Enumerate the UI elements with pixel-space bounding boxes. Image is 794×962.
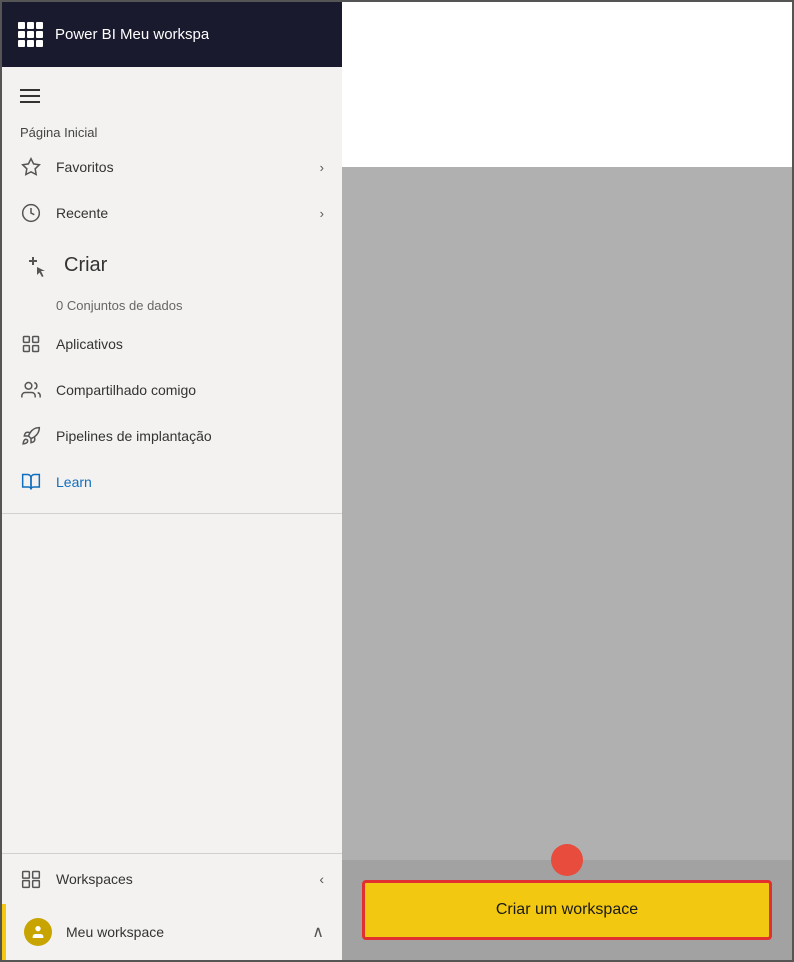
create-workspace-button[interactable]: Criar um workspace <box>362 880 772 940</box>
workspaces-icon <box>20 868 42 890</box>
sidebar-item-aplicativos[interactable]: Aplicativos <box>2 321 342 367</box>
hamburger-icon <box>20 89 40 103</box>
pipelines-label: Pipelines de implantação <box>56 428 324 444</box>
compartilhado-label: Compartilhado comigo <box>56 382 324 398</box>
sidebar-item-learn[interactable]: Learn <box>2 459 342 505</box>
apps-grid-icon[interactable] <box>18 22 43 47</box>
sidebar-item-favoritos[interactable]: Favoritos › <box>2 144 342 190</box>
aplicativos-label: Aplicativos <box>56 336 324 352</box>
sidebar-item-recente[interactable]: Recente › <box>2 190 342 236</box>
recente-chevron: › <box>320 206 324 221</box>
main-content: Criar um workspace <box>342 2 792 960</box>
sidebar-nav: Página Inicial Favoritos › <box>2 67 342 853</box>
favoritos-chevron: › <box>320 160 324 175</box>
shared-icon <box>20 379 42 401</box>
nav-section-home: Página Inicial <box>2 117 342 144</box>
popup-overlay: Criar um workspace <box>342 860 792 960</box>
gray-panel: Criar um workspace <box>342 167 792 960</box>
sidebar-item-pipelines[interactable]: Pipelines de implantação <box>2 413 342 459</box>
workspaces-label: Workspaces <box>56 871 305 887</box>
avatar <box>24 918 52 946</box>
star-icon <box>20 156 42 178</box>
meu-workspace-label: Meu workspace <box>66 924 298 940</box>
plus-cursor-icon <box>20 250 50 280</box>
sidebar-item-meu-workspace[interactable]: Meu workspace ∧ <box>2 904 342 960</box>
criar-label: Criar <box>64 254 324 277</box>
app-window: Power BI Meu workspa Página Inicial Favo… <box>0 0 794 962</box>
favoritos-label: Favoritos <box>56 159 306 175</box>
red-dot-indicator <box>551 844 583 876</box>
sidebar: Power BI Meu workspa Página Inicial Favo… <box>2 2 342 960</box>
recente-label: Recente <box>56 205 306 221</box>
book-icon <box>20 471 42 493</box>
apps-icon <box>20 333 42 355</box>
meu-workspace-chevron: ∧ <box>312 922 324 942</box>
workspaces-chevron-left: ‹ <box>319 871 324 887</box>
app-title: Power BI Meu workspa <box>55 26 209 43</box>
sidebar-bottom: Workspaces ‹ Meu workspace ∧ <box>2 853 342 960</box>
sidebar-divider <box>2 513 342 514</box>
learn-label: Learn <box>56 474 324 490</box>
sidebar-item-criar[interactable]: Criar <box>2 236 342 294</box>
sidebar-item-workspaces[interactable]: Workspaces ‹ <box>2 854 342 904</box>
sidebar-header: Power BI Meu workspa <box>2 2 342 67</box>
rocket-icon <box>20 425 42 447</box>
hamburger-button[interactable] <box>2 79 342 113</box>
sidebar-item-compartilhado[interactable]: Compartilhado comigo <box>2 367 342 413</box>
datasets-count-label: 0 Conjuntos de dados <box>2 294 342 321</box>
clock-icon <box>20 202 42 224</box>
